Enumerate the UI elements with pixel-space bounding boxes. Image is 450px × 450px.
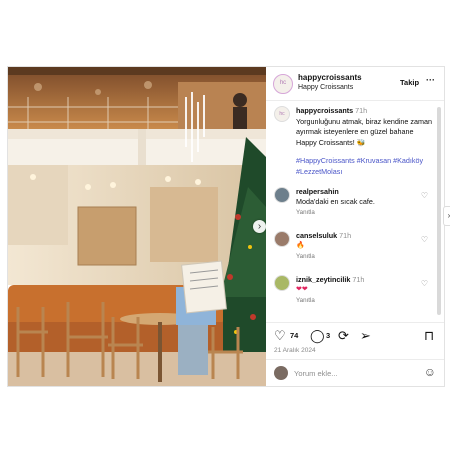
reply-button[interactable]: Yanıtla (296, 253, 315, 260)
post-date: 21 Aralık 2024 (274, 347, 316, 354)
commenter-avatar[interactable] (274, 231, 290, 247)
repost-icon[interactable]: ⟳ (338, 329, 349, 342)
comment-body: iznik_zeytincilik 71h ❤❤ (296, 275, 420, 295)
commenter-avatar[interactable] (274, 275, 290, 291)
caption-avatar[interactable]: hc (274, 106, 290, 122)
bookmark-icon[interactable]: ⊓ (424, 329, 434, 342)
post-photo[interactable]: › (8, 67, 266, 386)
comment-text: Moda'daki en sıcak cafe. (296, 197, 375, 206)
follow-button[interactable]: Takip (400, 78, 419, 87)
post-header: hc happycroissants Happy Croissants Taki… (266, 67, 444, 101)
comment-text: 🔥 (296, 242, 305, 249)
reply-button[interactable]: Yanıtla (296, 209, 315, 216)
comment-count[interactable]: 3 (326, 331, 330, 340)
cafe-scene-image (8, 67, 266, 386)
comment-username[interactable]: iznik_zeytincilik (296, 275, 350, 284)
comment-like-icon[interactable]: ♡ (421, 191, 428, 200)
comment-item: canselsuluk 71h 🔥 Yanıtla ♡ (274, 231, 436, 271)
current-user-avatar (274, 366, 288, 380)
post-sidebar: hc happycroissants Happy Croissants Taki… (266, 67, 444, 386)
caption-text: Yorgunluğunu atmak, biraz kendine zaman … (296, 116, 432, 147)
post-modal: › hc happycroissants Happy Croissants Ta… (7, 66, 445, 387)
post-actions-bar: ♡ 74 ◯ 3 ⟳ ➢ ⊓ 21 Aralık 2024 (266, 322, 444, 363)
comment-icon[interactable]: ◯ (310, 329, 325, 342)
caption-hashtags[interactable]: #HappyCroissants #Kruvasan #Kadıköy #Lez… (296, 156, 434, 177)
more-options-icon[interactable]: ··· (426, 75, 435, 85)
comment-input[interactable]: Yorum ekle... (294, 369, 338, 378)
heart-icon[interactable]: ♡ (274, 329, 286, 342)
comment-time: 71h (352, 275, 365, 284)
comment-item: iznik_zeytincilik 71h ❤❤ Yanıtla ♡ (274, 275, 436, 315)
next-image-button[interactable]: › (253, 220, 266, 233)
share-icon[interactable]: ➢ (360, 329, 371, 342)
caption-time: 71h (355, 106, 368, 115)
caption: happycroissants 71h Yorgunluğunu atmak, … (296, 106, 434, 178)
comment-username[interactable]: canselsuluk (296, 231, 337, 240)
commenter-avatar[interactable] (274, 187, 290, 203)
scrollbar[interactable] (437, 107, 441, 315)
comment-item: realpersahin Moda'daki en sıcak cafe. Ya… (274, 187, 436, 227)
account-username[interactable]: happycroissants (298, 73, 362, 82)
comments-scroll-area[interactable]: hc happycroissants 71h Yorgunluğunu atma… (266, 101, 444, 321)
account-display-name: Happy Croissants (298, 84, 354, 91)
reply-button[interactable]: Yanıtla (296, 297, 315, 304)
comment-time: 71h (339, 231, 352, 240)
caption-username[interactable]: happycroissants (296, 106, 353, 115)
account-avatar[interactable]: hc (273, 74, 293, 94)
comment-text: ❤❤ (296, 286, 308, 293)
next-post-arrow-icon[interactable]: › (443, 206, 450, 226)
comment-body: canselsuluk 71h 🔥 (296, 231, 420, 251)
comment-body: realpersahin Moda'daki en sıcak cafe. (296, 187, 420, 207)
comment-username[interactable]: realpersahin (296, 187, 339, 196)
like-count[interactable]: 74 (290, 331, 298, 340)
emoji-icon[interactable]: ☺ (424, 365, 436, 379)
add-comment-bar: Yorum ekle... ☺ (266, 359, 444, 387)
comment-like-icon[interactable]: ♡ (421, 235, 428, 244)
comment-like-icon[interactable]: ♡ (421, 279, 428, 288)
